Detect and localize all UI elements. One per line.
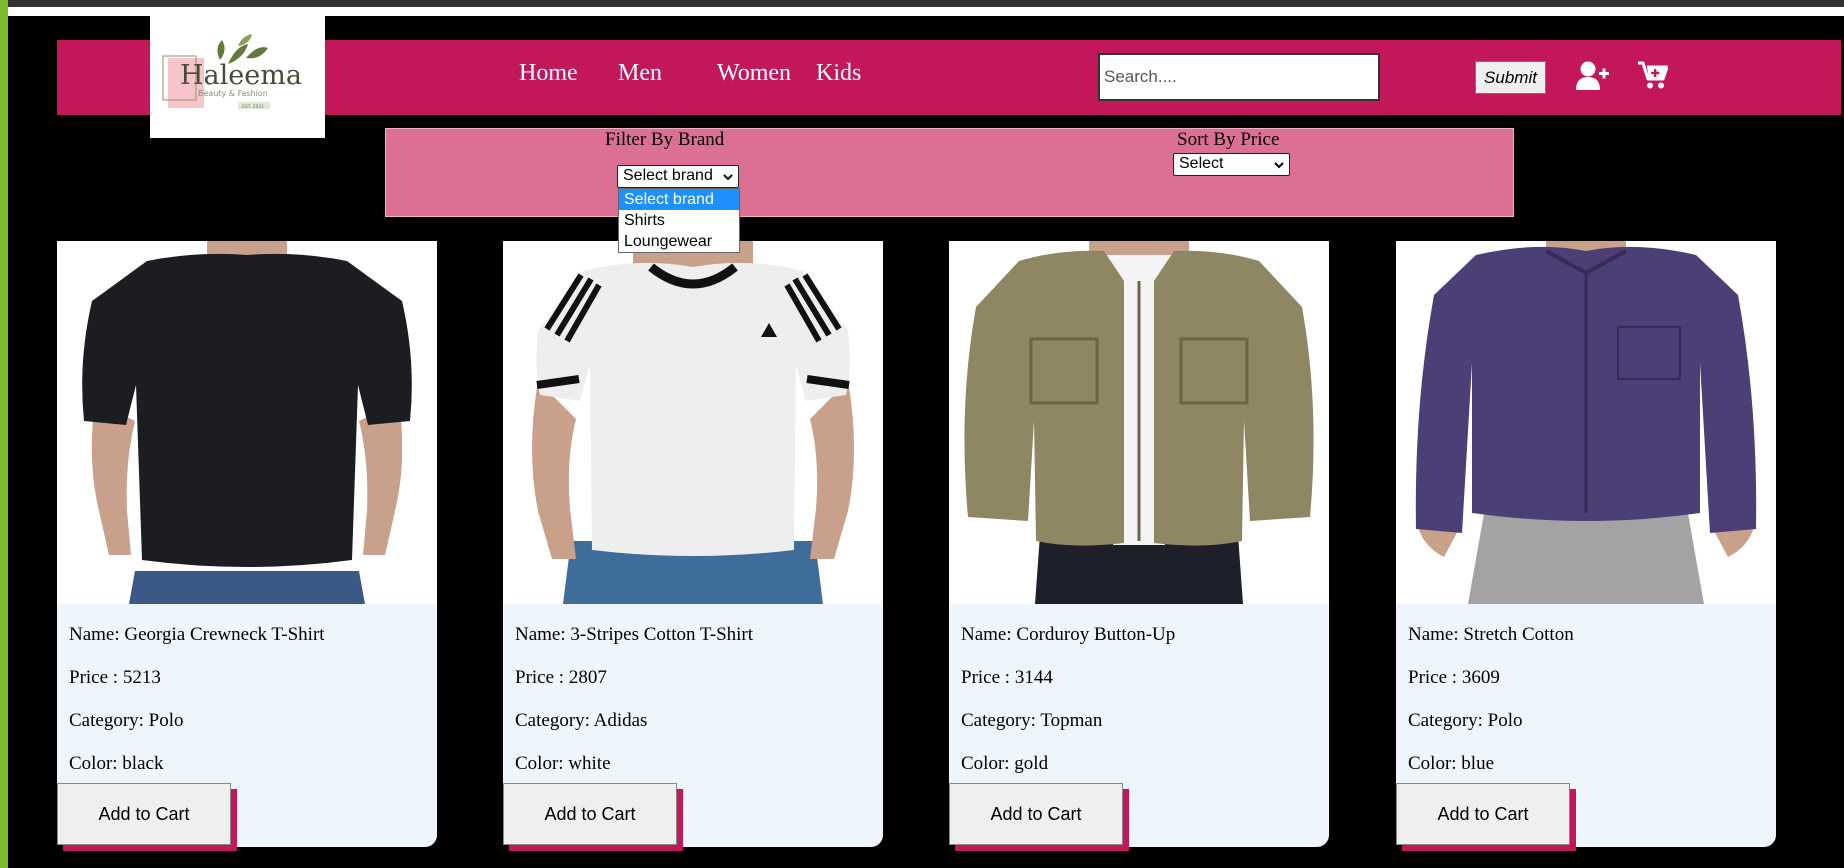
add-to-cart-button[interactable]: Add to Cart	[949, 783, 1123, 845]
nav-kids-link[interactable]: Kids	[816, 60, 861, 87]
nav-home-link[interactable]: Home	[519, 60, 578, 87]
product-image[interactable]	[503, 241, 883, 604]
add-to-cart-wrap: Add to Cart	[1396, 783, 1576, 851]
search-input[interactable]	[1098, 53, 1380, 101]
product-price: Price : 3144	[961, 667, 1053, 688]
product-price: Price : 5213	[69, 667, 161, 688]
sort-select-value: Select	[1179, 155, 1224, 172]
product-name: Name: 3-Stripes Cotton T-Shirt	[515, 624, 754, 645]
product-category: Category: Polo	[69, 710, 184, 731]
product-category: Category: Polo	[1408, 710, 1523, 731]
brand-dropdown-list: Select brand Shirts Loungewear	[618, 188, 740, 253]
product-color: Color: gold	[961, 753, 1049, 774]
nav-men-link[interactable]: Men	[618, 60, 662, 87]
product-color: Color: black	[69, 753, 164, 774]
shopping-cart-icon[interactable]	[1638, 61, 1669, 95]
product-color: Color: white	[515, 753, 611, 774]
product-category: Category: Adidas	[515, 710, 648, 731]
filter-bar	[385, 128, 1514, 217]
chevron-down-icon	[1273, 157, 1285, 177]
page-top-band	[8, 7, 1844, 16]
svg-text:Haleema: Haleema	[180, 60, 302, 91]
add-to-cart-wrap: Add to Cart	[57, 783, 237, 851]
sort-price-label: Sort By Price	[1177, 129, 1280, 150]
window-top-border	[0, 0, 1844, 7]
dropdown-option[interactable]: Select brand	[619, 189, 739, 210]
product-price: Price : 2807	[515, 667, 607, 688]
product-name: Name: Stretch Cotton	[1408, 624, 1574, 645]
add-to-cart-button[interactable]: Add to Cart	[1396, 783, 1570, 845]
brand-select-value: Select brand	[623, 167, 713, 184]
svg-text:EST. 2021: EST. 2021	[242, 104, 264, 110]
logo-graphic: Haleema Beauty & Fashion EST. 2021	[162, 34, 302, 110]
product-card: Name: 3-Stripes Cotton T-Shirt Price : 2…	[503, 241, 883, 851]
product-image[interactable]	[949, 241, 1329, 604]
svg-text:Beauty & Fashion: Beauty & Fashion	[198, 89, 268, 98]
product-image[interactable]	[1396, 241, 1776, 604]
page-left-edge	[0, 0, 8, 868]
search-submit-button[interactable]: Submit	[1475, 61, 1546, 94]
add-to-cart-button[interactable]: Add to Cart	[57, 783, 231, 845]
add-to-cart-button[interactable]: Add to Cart	[503, 783, 677, 845]
product-price: Price : 3609	[1408, 667, 1500, 688]
chevron-down-icon	[722, 169, 734, 189]
sort-select[interactable]: Select	[1173, 153, 1290, 176]
product-image[interactable]	[57, 241, 437, 604]
product-card: Name: Georgia Crewneck T-Shirt Price : 5…	[57, 241, 437, 851]
brand-select[interactable]: Select brand	[617, 165, 739, 188]
product-card: Name: Stretch Cotton Price : 3609 Catego…	[1396, 241, 1776, 851]
add-to-cart-wrap: Add to Cart	[503, 783, 683, 851]
nav-women-link[interactable]: Women	[717, 60, 791, 87]
filter-brand-label: Filter By Brand	[605, 129, 725, 150]
dropdown-option[interactable]: Shirts	[619, 210, 739, 231]
user-plus-icon[interactable]	[1576, 61, 1610, 96]
add-to-cart-wrap: Add to Cart	[949, 783, 1129, 851]
dropdown-option[interactable]: Loungewear	[619, 231, 739, 252]
product-name: Name: Georgia Crewneck T-Shirt	[69, 624, 325, 645]
product-category: Category: Topman	[961, 710, 1103, 731]
product-card: Name: Corduroy Button-Up Price : 3144 Ca…	[949, 241, 1329, 851]
brand-logo[interactable]: Haleema Beauty & Fashion EST. 2021	[150, 16, 325, 138]
product-color: Color: blue	[1408, 753, 1495, 774]
product-name: Name: Corduroy Button-Up	[961, 624, 1176, 645]
